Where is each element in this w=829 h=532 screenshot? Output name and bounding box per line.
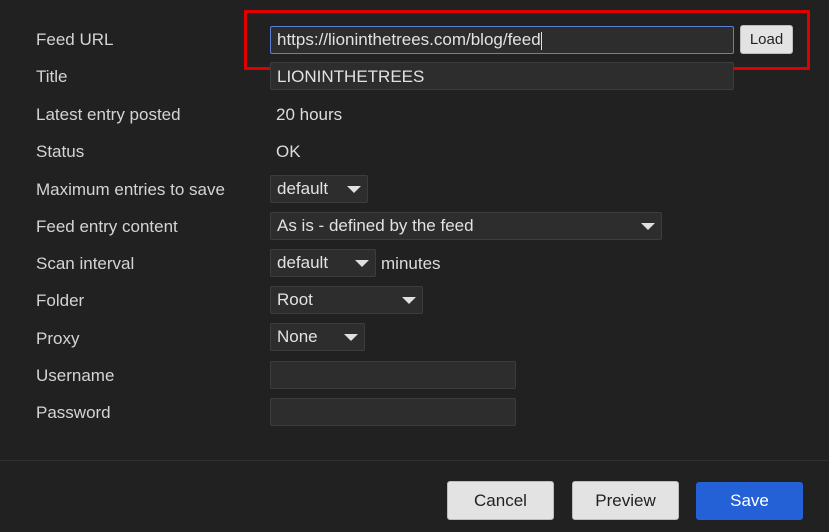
- password-label: Password: [36, 403, 111, 422]
- scan-interval-label: Scan interval: [36, 254, 135, 273]
- load-button[interactable]: Load: [740, 25, 793, 54]
- chevron-down-icon: [355, 259, 369, 267]
- status-value: OK: [276, 142, 301, 161]
- scan-interval-value: default: [277, 253, 329, 272]
- proxy-select[interactable]: None: [270, 323, 365, 351]
- entry-content-value: As is - defined by the feed: [277, 216, 474, 235]
- preview-button[interactable]: Preview: [572, 481, 679, 520]
- text-cursor: [540, 31, 542, 50]
- title-label: Title: [36, 67, 68, 86]
- max-entries-value: default: [277, 179, 329, 198]
- title-input[interactable]: LIONINTHETREES: [270, 62, 734, 90]
- username-input[interactable]: [270, 361, 516, 389]
- latest-entry-label: Latest entry posted: [36, 105, 181, 124]
- title-value: LIONINTHETREES: [277, 67, 425, 86]
- chevron-down-icon: [347, 185, 361, 193]
- max-entries-select[interactable]: default: [270, 175, 368, 203]
- feed-url-label: Feed URL: [36, 30, 114, 49]
- chevron-down-icon: [402, 296, 416, 304]
- folder-value: Root: [277, 290, 313, 309]
- password-input[interactable]: [270, 398, 516, 426]
- chevron-down-icon: [344, 333, 358, 341]
- latest-entry-value: 20 hours: [276, 105, 343, 124]
- cancel-button[interactable]: Cancel: [447, 481, 554, 520]
- entry-content-select[interactable]: As is - defined by the feed: [270, 212, 662, 240]
- feed-url-input[interactable]: https://lioninthetrees.com/blog/feed: [270, 26, 734, 54]
- entry-content-label: Feed entry content: [36, 217, 178, 236]
- folder-label: Folder: [36, 291, 85, 310]
- folder-select[interactable]: Root: [270, 286, 423, 314]
- status-label: Status: [36, 142, 85, 161]
- scan-interval-select[interactable]: default: [270, 249, 376, 277]
- proxy-label: Proxy: [36, 329, 80, 348]
- username-label: Username: [36, 366, 115, 385]
- save-button[interactable]: Save: [696, 482, 803, 520]
- chevron-down-icon: [641, 222, 655, 230]
- proxy-value: None: [277, 327, 318, 346]
- feed-url-value: https://lioninthetrees.com/blog/feed: [277, 30, 541, 49]
- max-entries-label: Maximum entries to save: [36, 180, 225, 199]
- footer-divider: [0, 460, 829, 461]
- scan-interval-unit: minutes: [381, 254, 441, 273]
